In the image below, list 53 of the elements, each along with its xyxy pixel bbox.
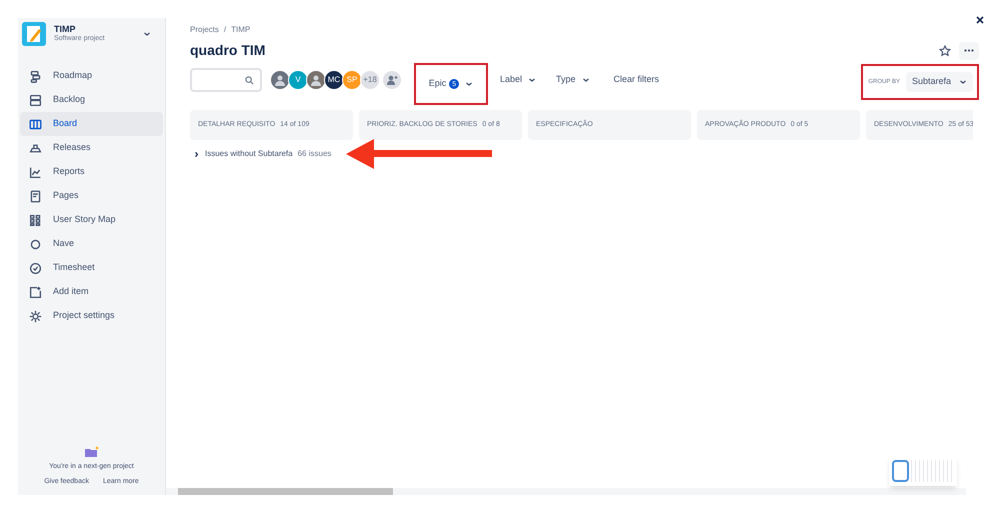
chevron-down-icon bbox=[465, 80, 474, 88]
breadcrumb-separator: / bbox=[224, 24, 226, 36]
add-icon bbox=[29, 286, 42, 298]
check-circle-icon bbox=[29, 262, 42, 274]
breadcrumb-link[interactable]: Projects bbox=[190, 24, 219, 36]
avatar-placeholder[interactable] bbox=[306, 70, 326, 90]
sidebar-item[interactable]: Pages bbox=[20, 184, 163, 208]
sidebar-item[interactable]: Project settings bbox=[20, 304, 163, 328]
chart-icon bbox=[29, 166, 42, 178]
roadmap-icon bbox=[29, 70, 42, 82]
sidebar-item[interactable]: Board bbox=[20, 112, 163, 136]
folder-icon bbox=[84, 446, 98, 458]
sidebar-item[interactable]: Releases bbox=[20, 136, 163, 160]
group-by-dropdown[interactable]: Subtarefa bbox=[906, 72, 973, 92]
grid-icon bbox=[29, 214, 42, 226]
search-field[interactable] bbox=[190, 68, 262, 92]
settings-icon bbox=[29, 310, 42, 322]
sidebar-item[interactable]: Reports bbox=[20, 160, 163, 184]
sidebar-item[interactable]: Backlog bbox=[20, 88, 163, 112]
filter-dropdown[interactable]: Label bbox=[494, 69, 542, 91]
sidebar-item[interactable]: User Story Map bbox=[20, 208, 163, 232]
chevron-down-icon bbox=[528, 76, 536, 84]
page-icon bbox=[29, 190, 42, 202]
board-overview-minimap[interactable] bbox=[889, 456, 957, 486]
filter-dropdown[interactable]: Type bbox=[550, 69, 596, 91]
issue-count: 66 issues bbox=[298, 148, 332, 160]
chevron-down-icon bbox=[959, 78, 967, 86]
ship-icon bbox=[29, 142, 42, 154]
backlog-icon bbox=[29, 94, 42, 106]
chevron-down-icon bbox=[582, 76, 590, 84]
sidebar-item[interactable]: Timesheet bbox=[20, 256, 163, 280]
clear-filters-button[interactable]: Clear filters bbox=[608, 69, 666, 91]
breadcrumb-link[interactable]: TIMP bbox=[231, 24, 250, 36]
sidebar-item[interactable]: Roadmap bbox=[20, 64, 163, 88]
sidebar-item[interactable]: Add item bbox=[20, 280, 163, 304]
board-title: quadro TIM bbox=[190, 41, 266, 60]
sidebar-item[interactable]: Nave bbox=[20, 232, 163, 256]
chevron-down-icon[interactable] bbox=[143, 30, 151, 38]
add-person-icon[interactable] bbox=[382, 70, 402, 90]
project-name: TIMP bbox=[54, 24, 76, 34]
board-icon bbox=[29, 118, 42, 130]
more-button[interactable] bbox=[959, 42, 979, 60]
more-icon bbox=[964, 49, 974, 52]
search-icon bbox=[245, 76, 254, 84]
expand-chevron-icon[interactable] bbox=[193, 150, 200, 158]
circle-icon bbox=[29, 238, 42, 250]
user-avatar[interactable]: MC bbox=[324, 70, 344, 90]
scrollbar-thumb[interactable] bbox=[178, 488, 393, 495]
avatar-placeholder[interactable] bbox=[270, 70, 290, 90]
star-icon[interactable] bbox=[939, 44, 951, 56]
project-logo-icon bbox=[22, 22, 46, 46]
swimlane-title[interactable]: Issues without Subtarefa bbox=[205, 148, 293, 160]
close-icon[interactable] bbox=[976, 16, 984, 24]
